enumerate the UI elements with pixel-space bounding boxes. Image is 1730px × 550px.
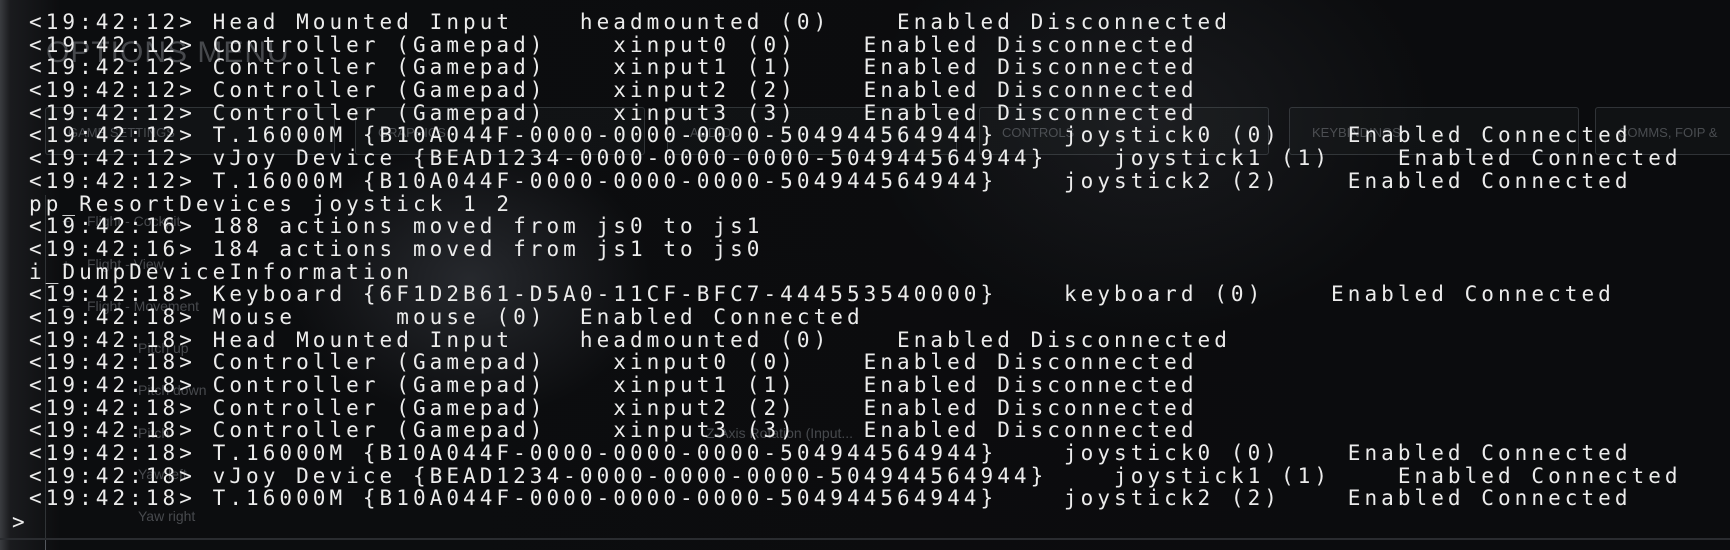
console-line: <19:42:18> Controller (Gamepad) xinput1 … — [29, 373, 1198, 397]
console-line: i_DumpDeviceInformation — [29, 259, 413, 284]
console-line: <19:42:18> vJoy Device {BEAD1234-0000-00… — [29, 463, 1682, 488]
console-input-border — [0, 538, 1730, 540]
console-line: <19:42:12> Head Mounted Input headmounte… — [29, 10, 1231, 34]
console-line: <19:42:18> Controller (Gamepad) xinput3 … — [29, 418, 1198, 443]
console-line: <19:42:12> Controller (Gamepad) xinput2 … — [29, 78, 1198, 103]
console-input[interactable] — [30, 500, 1730, 538]
divider — [45, 540, 46, 550]
console-prompt: > — [12, 510, 25, 534]
console-line: <19:42:12> Controller (Gamepad) xinput1 … — [29, 55, 1198, 80]
console-line: <19:42:18> Controller (Gamepad) xinput2 … — [29, 395, 1198, 420]
console-line: <19:42:12> T.16000M {B10A044F-0000-0000-… — [29, 123, 1632, 148]
console-line: <19:42:12> T.16000M {B10A044F-0000-0000-… — [29, 168, 1632, 193]
console-line: pp_ResortDevices joystick 1 2 — [29, 191, 514, 216]
console-line: <19:42:16> 184 actions moved from js1 to… — [29, 236, 764, 261]
console-line: <19:42:18> Keyboard {6F1D2B61-D5A0-11CF-… — [29, 282, 1615, 307]
console-log: <19:42:12> Head Mounted Input headmounte… — [29, 11, 1682, 510]
console-line: <19:42:18> T.16000M {B10A044F-0000-0000-… — [29, 441, 1632, 466]
console-line: <19:42:12> Controller (Gamepad) xinput3 … — [29, 100, 1198, 125]
console-line: <19:42:16> 188 actions moved from js0 to… — [29, 214, 764, 239]
console-line: <19:42:12> Controller (Gamepad) xinput0 … — [29, 32, 1198, 57]
console-line: <19:42:12> vJoy Device {BEAD1234-0000-00… — [29, 146, 1682, 171]
console-line: <19:42:18> Head Mounted Input headmounte… — [29, 327, 1231, 352]
console-line: <19:42:18> Mouse mouse (0) Enabled Conne… — [29, 304, 864, 329]
console-line: <19:42:18> Controller (Gamepad) xinput0 … — [29, 350, 1198, 375]
